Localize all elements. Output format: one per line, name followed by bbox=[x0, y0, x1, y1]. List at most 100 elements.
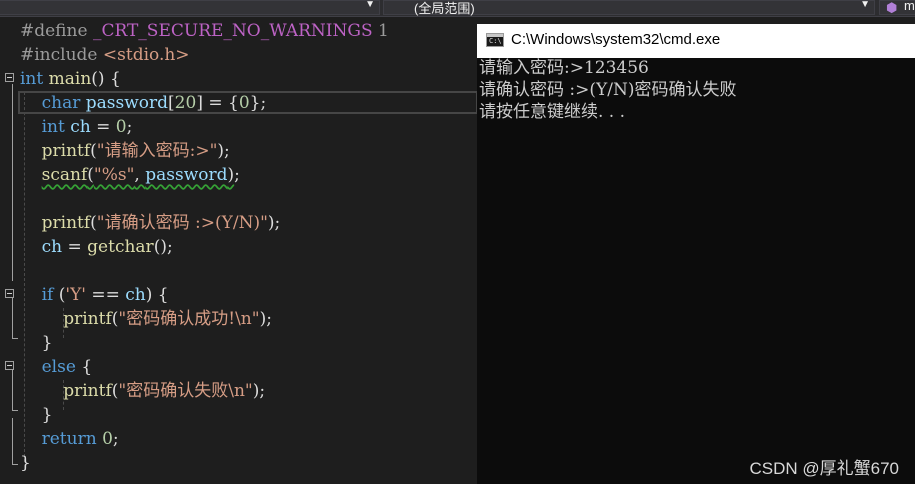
code-token: 20 bbox=[174, 93, 197, 113]
outline-end bbox=[12, 464, 18, 465]
outline-end bbox=[12, 410, 18, 411]
code-token: int bbox=[41, 117, 65, 137]
code-token: "请确认密码 :>(Y/N)" bbox=[96, 213, 268, 233]
code-token: = bbox=[90, 117, 116, 137]
code-line: printf("密码确认失败\n"); bbox=[20, 379, 265, 403]
code-line: #include <stdio.h> bbox=[20, 43, 190, 67]
collapse-else-icon[interactable] bbox=[5, 361, 14, 370]
code-token: else bbox=[41, 357, 76, 377]
code-token: ] = { bbox=[196, 93, 239, 113]
code-line: ch = getchar(); bbox=[20, 235, 173, 259]
code-token: <stdio.h> bbox=[102, 45, 190, 65]
code-line: printf("请输入密码:>"); bbox=[20, 139, 230, 163]
code-token: "%s" bbox=[93, 165, 135, 185]
code-token: } bbox=[20, 405, 53, 425]
console-title-bar[interactable]: C:\ C:\Windows\system32\cmd.exe bbox=[477, 24, 915, 58]
navigation-bar: ▼ (全局范围) ▼ ⬢ m bbox=[0, 0, 915, 17]
code-token: getchar bbox=[87, 237, 154, 257]
code-token: ( bbox=[87, 165, 94, 185]
code-line: #define _CRT_SECURE_NO_WARNINGS 1 bbox=[20, 19, 389, 43]
code-line: char password[20] = {0}; bbox=[20, 91, 267, 115]
code-token: #define bbox=[20, 21, 93, 41]
code-token: printf bbox=[41, 141, 91, 161]
code-token: ); bbox=[259, 309, 272, 329]
code-token: 0 bbox=[115, 117, 127, 137]
outline-end bbox=[12, 338, 18, 339]
code-token: _CRT_SECURE_NO_WARNINGS bbox=[92, 21, 373, 41]
scope-label: (全局范围) bbox=[414, 1, 475, 16]
outline-line bbox=[12, 418, 13, 464]
chevron-down-icon: ▼ bbox=[860, 0, 870, 10]
console-output-line: 请按任意键继续. . . bbox=[479, 102, 626, 122]
code-token: 1 bbox=[372, 21, 389, 41]
code-token: == bbox=[85, 285, 126, 305]
code-token: ) { bbox=[145, 285, 169, 305]
watermark: CSDN @厚礼蟹670 bbox=[749, 459, 899, 478]
code-line: int ch = 0; bbox=[20, 115, 133, 139]
code-token: ; bbox=[234, 165, 240, 185]
code-token: password bbox=[145, 165, 228, 185]
scope-dropdown[interactable]: (全局范围) ▼ bbox=[383, 0, 875, 16]
console-output-line: 请输入密码:>123456 bbox=[479, 58, 649, 78]
member-dropdown[interactable]: ⬢ m bbox=[879, 0, 915, 15]
code-token: ); bbox=[252, 381, 266, 401]
project-dropdown[interactable]: ▼ bbox=[0, 0, 380, 15]
code-token: [ bbox=[168, 93, 175, 113]
code-token: " bbox=[244, 381, 253, 401]
code-token: ch bbox=[70, 117, 91, 137]
console-output-line: 请确认密码 :>(Y/N)密码确认失败 bbox=[479, 80, 737, 100]
code-token: ch bbox=[41, 237, 63, 257]
code-token: ( bbox=[90, 213, 97, 233]
code-token: "密码确认成功! bbox=[118, 309, 236, 329]
code-token: }; bbox=[249, 93, 267, 113]
code-token: , bbox=[134, 165, 146, 185]
code-token: return bbox=[41, 429, 97, 449]
collapse-main-icon[interactable] bbox=[5, 73, 14, 82]
code-token: 0 bbox=[238, 93, 250, 113]
code-token: } bbox=[20, 453, 31, 473]
code-token: printf bbox=[63, 309, 112, 329]
code-token: char bbox=[41, 93, 81, 113]
cube-icon: ⬢ bbox=[886, 0, 898, 15]
collapse-if-icon[interactable] bbox=[5, 289, 14, 298]
code-token: main bbox=[48, 69, 92, 89]
outline-line bbox=[12, 84, 13, 281]
console-window[interactable]: C:\ C:\Windows\system32\cmd.exe 请输入密码:>1… bbox=[477, 24, 915, 484]
code-token: ( bbox=[53, 285, 66, 305]
code-token: printf bbox=[41, 213, 91, 233]
code-token: ); bbox=[267, 213, 281, 233]
code-token: ; bbox=[112, 429, 119, 449]
code-line: } bbox=[20, 403, 53, 427]
code-token: int bbox=[20, 69, 44, 89]
console-title: C:\Windows\system32\cmd.exe bbox=[511, 31, 721, 48]
code-token: printf bbox=[63, 381, 112, 401]
code-token: ); bbox=[217, 141, 230, 161]
code-line: scanf("%s", password); bbox=[20, 163, 240, 187]
code-token: \n bbox=[228, 381, 245, 401]
code-token: { bbox=[75, 357, 93, 377]
code-token: "密码确认失败 bbox=[118, 381, 229, 401]
code-token: scanf bbox=[41, 165, 88, 185]
code-token: ; bbox=[126, 117, 133, 137]
code-line: printf("密码确认成功!\n"); bbox=[20, 307, 272, 331]
code-token: (); bbox=[153, 237, 173, 257]
code-line: return 0; bbox=[20, 427, 119, 451]
code-token: } bbox=[20, 333, 53, 353]
code-token: ( bbox=[90, 141, 97, 161]
code-line: if ('Y' == ch) { bbox=[20, 283, 169, 307]
code-line: } bbox=[20, 331, 53, 355]
member-label: m bbox=[904, 0, 915, 13]
code-token: = bbox=[62, 237, 88, 257]
code-token: () { bbox=[91, 69, 121, 89]
